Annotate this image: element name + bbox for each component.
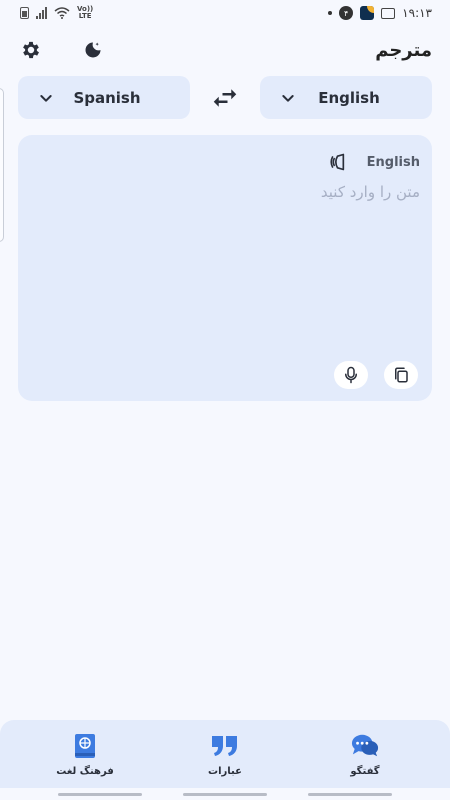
- app-notification-icon: [360, 6, 375, 20]
- page-title: مترجم: [375, 39, 432, 61]
- text-input[interactable]: [40, 183, 420, 343]
- chat-bubbles-icon: [351, 734, 379, 756]
- volte-bottom: LTE: [78, 12, 92, 20]
- theme-toggle-button[interactable]: [80, 37, 106, 63]
- chevron-down-icon: [40, 94, 52, 102]
- nav-item-phrases[interactable]: عبارات: [190, 732, 260, 777]
- status-right: ۴ ۱۹:۱۳: [328, 6, 432, 20]
- system-gesture-bar: [0, 788, 450, 800]
- swap-languages-button[interactable]: [205, 78, 245, 118]
- nav-label-dictionary: فرهنگ لغت: [56, 765, 114, 777]
- nav-label-phrases: عبارات: [208, 765, 242, 777]
- side-drawer-edge[interactable]: [0, 88, 4, 242]
- volte-indicator: Vo)) LTE: [77, 6, 93, 20]
- language-selector-row: Spanish English: [18, 76, 432, 119]
- copy-icon: [395, 367, 408, 383]
- input-card-header: English: [329, 151, 420, 173]
- input-language-label: English: [366, 154, 420, 170]
- target-language-label: Spanish: [73, 88, 141, 107]
- settings-button[interactable]: [18, 37, 44, 63]
- swap-arrows-icon: [213, 88, 237, 107]
- input-card-actions: [334, 361, 418, 389]
- status-left: Vo)) LTE: [20, 6, 93, 20]
- gesture-segment: [308, 792, 392, 796]
- target-language-dropdown[interactable]: Spanish: [18, 76, 190, 119]
- nav-label-conversation: گفتگو: [350, 765, 380, 777]
- notification-badge: ۴: [339, 6, 354, 20]
- copy-button[interactable]: [384, 361, 418, 389]
- image-notification-icon: [381, 7, 396, 19]
- source-language-label: English: [318, 88, 380, 107]
- dictionary-icon: [75, 733, 95, 758]
- nav-item-conversation[interactable]: گفتگو: [330, 732, 400, 777]
- gesture-segment: [58, 792, 142, 796]
- quote-icon: [212, 735, 237, 756]
- source-language-dropdown[interactable]: English: [260, 76, 432, 119]
- speak-button[interactable]: [329, 151, 351, 173]
- chevron-down-icon: [282, 94, 294, 102]
- speaker-icon: [330, 153, 344, 171]
- notification-dot: [328, 11, 333, 15]
- microphone-icon: [345, 366, 357, 384]
- gesture-segment: [183, 792, 267, 796]
- gear-icon: [23, 41, 39, 59]
- bottom-navigation: فرهنگ لغت عبارات گفتگو: [0, 720, 450, 788]
- app-header: مترجم: [0, 30, 450, 70]
- wifi-icon: [54, 7, 70, 19]
- signal-icon: [36, 7, 47, 19]
- microphone-button[interactable]: [334, 361, 368, 389]
- moon-icon: [85, 42, 101, 58]
- battery-icon: [20, 7, 29, 19]
- clock: ۱۹:۱۳: [402, 6, 432, 20]
- nav-item-dictionary[interactable]: فرهنگ لغت: [50, 732, 120, 777]
- input-card: English: [18, 135, 432, 401]
- status-bar: Vo)) LTE ۴ ۱۹:۱۳: [0, 0, 450, 26]
